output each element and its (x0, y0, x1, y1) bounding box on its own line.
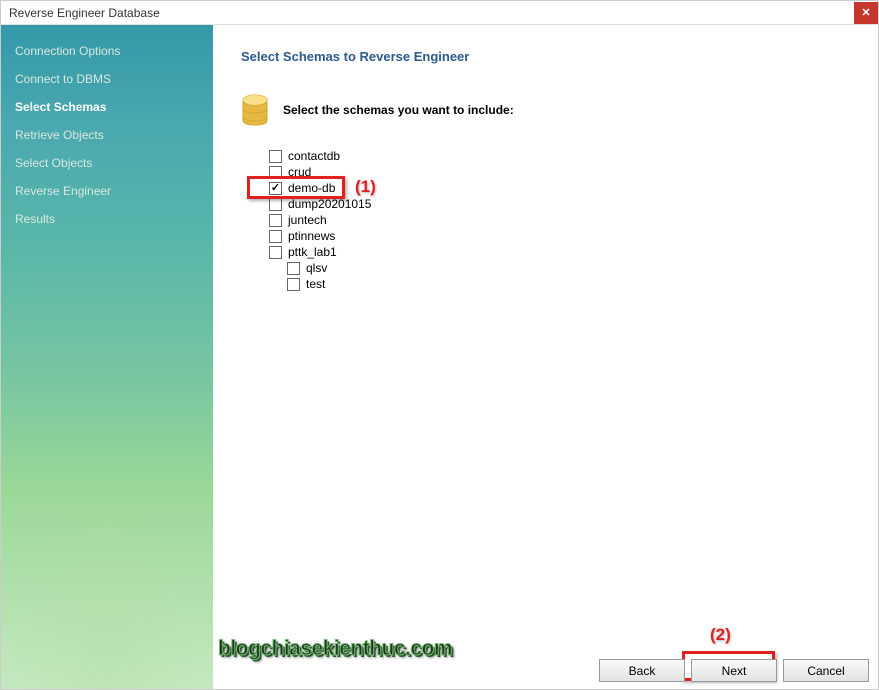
checkbox-crud[interactable] (269, 166, 282, 179)
schema-item-test: test (287, 276, 850, 292)
sidebar: Connection Options Connect to DBMS Selec… (1, 25, 213, 689)
schema-list: contactdb crud demo-db dump20201015 junt… (269, 148, 850, 292)
checkbox-qlsv[interactable] (287, 262, 300, 275)
schema-label: qlsv (306, 261, 327, 275)
cancel-button[interactable]: Cancel (783, 659, 869, 682)
page-title: Select Schemas to Reverse Engineer (241, 49, 850, 64)
schema-label: crud (288, 165, 311, 179)
annotation-label-1: (1) (355, 177, 376, 197)
database-icon (241, 94, 269, 126)
sidebar-item-results[interactable]: Results (1, 205, 213, 233)
titlebar: Reverse Engineer Database ✕ (1, 1, 878, 25)
checkbox-pttk-lab1[interactable] (269, 246, 282, 259)
schema-item-dump: dump20201015 (269, 196, 850, 212)
instruction-text: Select the schemas you want to include: (283, 103, 514, 117)
back-button[interactable]: Back (599, 659, 685, 682)
schema-label: ptinnews (288, 229, 335, 243)
schema-label: pttk_lab1 (288, 245, 337, 259)
sidebar-item-connect-dbms[interactable]: Connect to DBMS (1, 65, 213, 93)
checkbox-contactdb[interactable] (269, 150, 282, 163)
sidebar-item-connection-options[interactable]: Connection Options (1, 37, 213, 65)
sidebar-item-select-objects[interactable]: Select Objects (1, 149, 213, 177)
schema-label: contactdb (288, 149, 340, 163)
checkbox-dump[interactable] (269, 198, 282, 211)
schema-label: dump20201015 (288, 197, 371, 211)
schema-item-qlsv: qlsv (287, 260, 850, 276)
footer-buttons: Back Next Cancel (599, 659, 869, 682)
schema-item-ptinnews: ptinnews (269, 228, 850, 244)
schema-label: test (306, 277, 325, 291)
window-title: Reverse Engineer Database (9, 6, 160, 20)
schema-label: demo-db (288, 181, 335, 195)
schema-item-juntech: juntech (269, 212, 850, 228)
close-icon: ✕ (861, 6, 870, 19)
schema-label: juntech (288, 213, 327, 227)
instruction-row: Select the schemas you want to include: (241, 94, 850, 126)
sidebar-item-retrieve-objects[interactable]: Retrieve Objects (1, 121, 213, 149)
sidebar-item-select-schemas[interactable]: Select Schemas (1, 93, 213, 121)
main-panel: Select Schemas to Reverse Engineer Selec… (213, 25, 878, 689)
checkbox-juntech[interactable] (269, 214, 282, 227)
wizard-window: Reverse Engineer Database ✕ Connection O… (0, 0, 879, 690)
checkbox-test[interactable] (287, 278, 300, 291)
body: Connection Options Connect to DBMS Selec… (1, 25, 878, 689)
checkbox-demo-db[interactable] (269, 182, 282, 195)
next-button[interactable]: Next (691, 659, 777, 682)
schema-item-contactdb: contactdb (269, 148, 850, 164)
checkbox-ptinnews[interactable] (269, 230, 282, 243)
sidebar-item-reverse-engineer[interactable]: Reverse Engineer (1, 177, 213, 205)
close-button[interactable]: ✕ (854, 2, 878, 24)
schema-item-pttk-lab1: pttk_lab1 (269, 244, 850, 260)
watermark-text: blogchiasekienthuc.com (218, 637, 452, 661)
annotation-label-2: (2) (710, 625, 731, 645)
